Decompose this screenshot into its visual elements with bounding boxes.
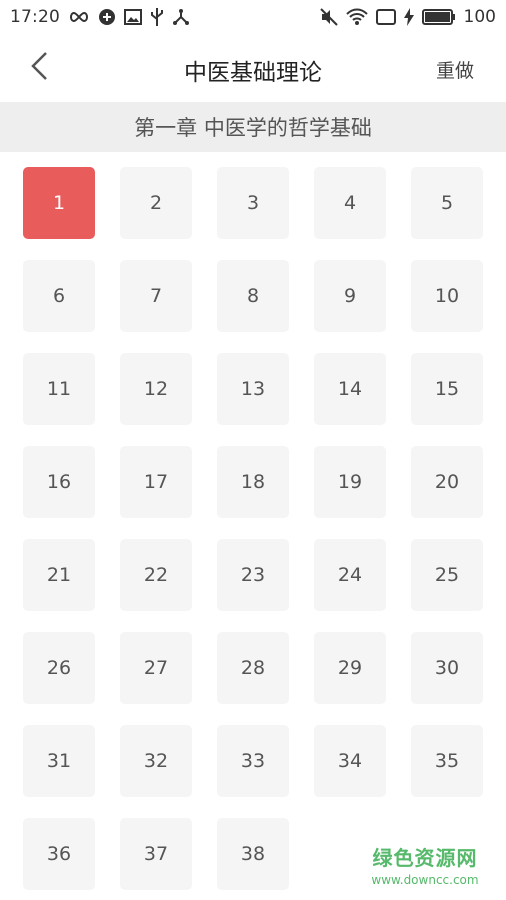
chapter-title: 第一章 中医学的哲学基础: [0, 102, 506, 152]
question-cell-29[interactable]: 29: [314, 632, 386, 704]
question-cell-38[interactable]: 38: [217, 818, 289, 890]
question-cell-6[interactable]: 6: [23, 260, 95, 332]
status-bar: 17:20 100: [0, 0, 506, 34]
watermark-url: www.downcc.com: [371, 873, 479, 887]
question-cell-5[interactable]: 5: [411, 167, 483, 239]
wifi-icon: [345, 8, 368, 26]
question-cell-2[interactable]: 2: [120, 167, 192, 239]
battery-icon: [421, 9, 456, 25]
share-icon: [172, 8, 190, 26]
question-cell-30[interactable]: 30: [411, 632, 483, 704]
question-cell-21[interactable]: 21: [23, 539, 95, 611]
question-cell-35[interactable]: 35: [411, 725, 483, 797]
question-cell-36[interactable]: 36: [23, 818, 95, 890]
question-cell-24[interactable]: 24: [314, 539, 386, 611]
question-cell-15[interactable]: 15: [411, 353, 483, 425]
question-grid: 1 2 3 4 5 6 7 8 9 10 11 12 13 14 15 16 17 18 19 20 21 22 23 24 2…: [23, 167, 484, 890]
status-left: 17:20: [10, 7, 190, 27]
charging-icon: [403, 8, 414, 26]
status-time: 17:20: [10, 7, 60, 27]
question-cell-27[interactable]: 27: [120, 632, 192, 704]
question-cell-19[interactable]: 19: [314, 446, 386, 518]
page-title: 中医基础理论: [184, 60, 322, 86]
watermark: 绿色资源网 www.downcc.com: [366, 842, 484, 888]
question-cell-7[interactable]: 7: [120, 260, 192, 332]
infinity-icon: [68, 10, 90, 24]
screen-icon: [375, 9, 396, 25]
mute-icon: [319, 8, 338, 26]
question-cell-10[interactable]: 10: [411, 260, 483, 332]
question-cell-8[interactable]: 8: [217, 260, 289, 332]
sync-icon: [98, 8, 116, 26]
question-cell-37[interactable]: 37: [120, 818, 192, 890]
battery-level: 100: [463, 7, 496, 27]
question-cell-17[interactable]: 17: [120, 446, 192, 518]
question-cell-31[interactable]: 31: [23, 725, 95, 797]
header: 中医基础理论 重做: [0, 34, 506, 102]
question-cell-13[interactable]: 13: [217, 353, 289, 425]
question-cell-25[interactable]: 25: [411, 539, 483, 611]
watermark-title: 绿色资源网: [372, 846, 478, 870]
image-icon: [124, 9, 142, 25]
question-cell-14[interactable]: 14: [314, 353, 386, 425]
question-cell-3[interactable]: 3: [217, 167, 289, 239]
question-cell-26[interactable]: 26: [23, 632, 95, 704]
question-cell-22[interactable]: 22: [120, 539, 192, 611]
question-cell-18[interactable]: 18: [217, 446, 289, 518]
question-cell-34[interactable]: 34: [314, 725, 386, 797]
question-cell-4[interactable]: 4: [314, 167, 386, 239]
redo-button[interactable]: 重做: [436, 56, 474, 83]
question-cell-9[interactable]: 9: [314, 260, 386, 332]
usb-icon: [150, 7, 164, 27]
status-right: 100: [319, 7, 496, 27]
question-cell-28[interactable]: 28: [217, 632, 289, 704]
question-cell-33[interactable]: 33: [217, 725, 289, 797]
question-cell-11[interactable]: 11: [23, 353, 95, 425]
question-cell-32[interactable]: 32: [120, 725, 192, 797]
question-cell-12[interactable]: 12: [120, 353, 192, 425]
question-cell-20[interactable]: 20: [411, 446, 483, 518]
question-cell-16[interactable]: 16: [23, 446, 95, 518]
question-cell-23[interactable]: 23: [217, 539, 289, 611]
question-cell-1[interactable]: 1: [23, 167, 95, 239]
